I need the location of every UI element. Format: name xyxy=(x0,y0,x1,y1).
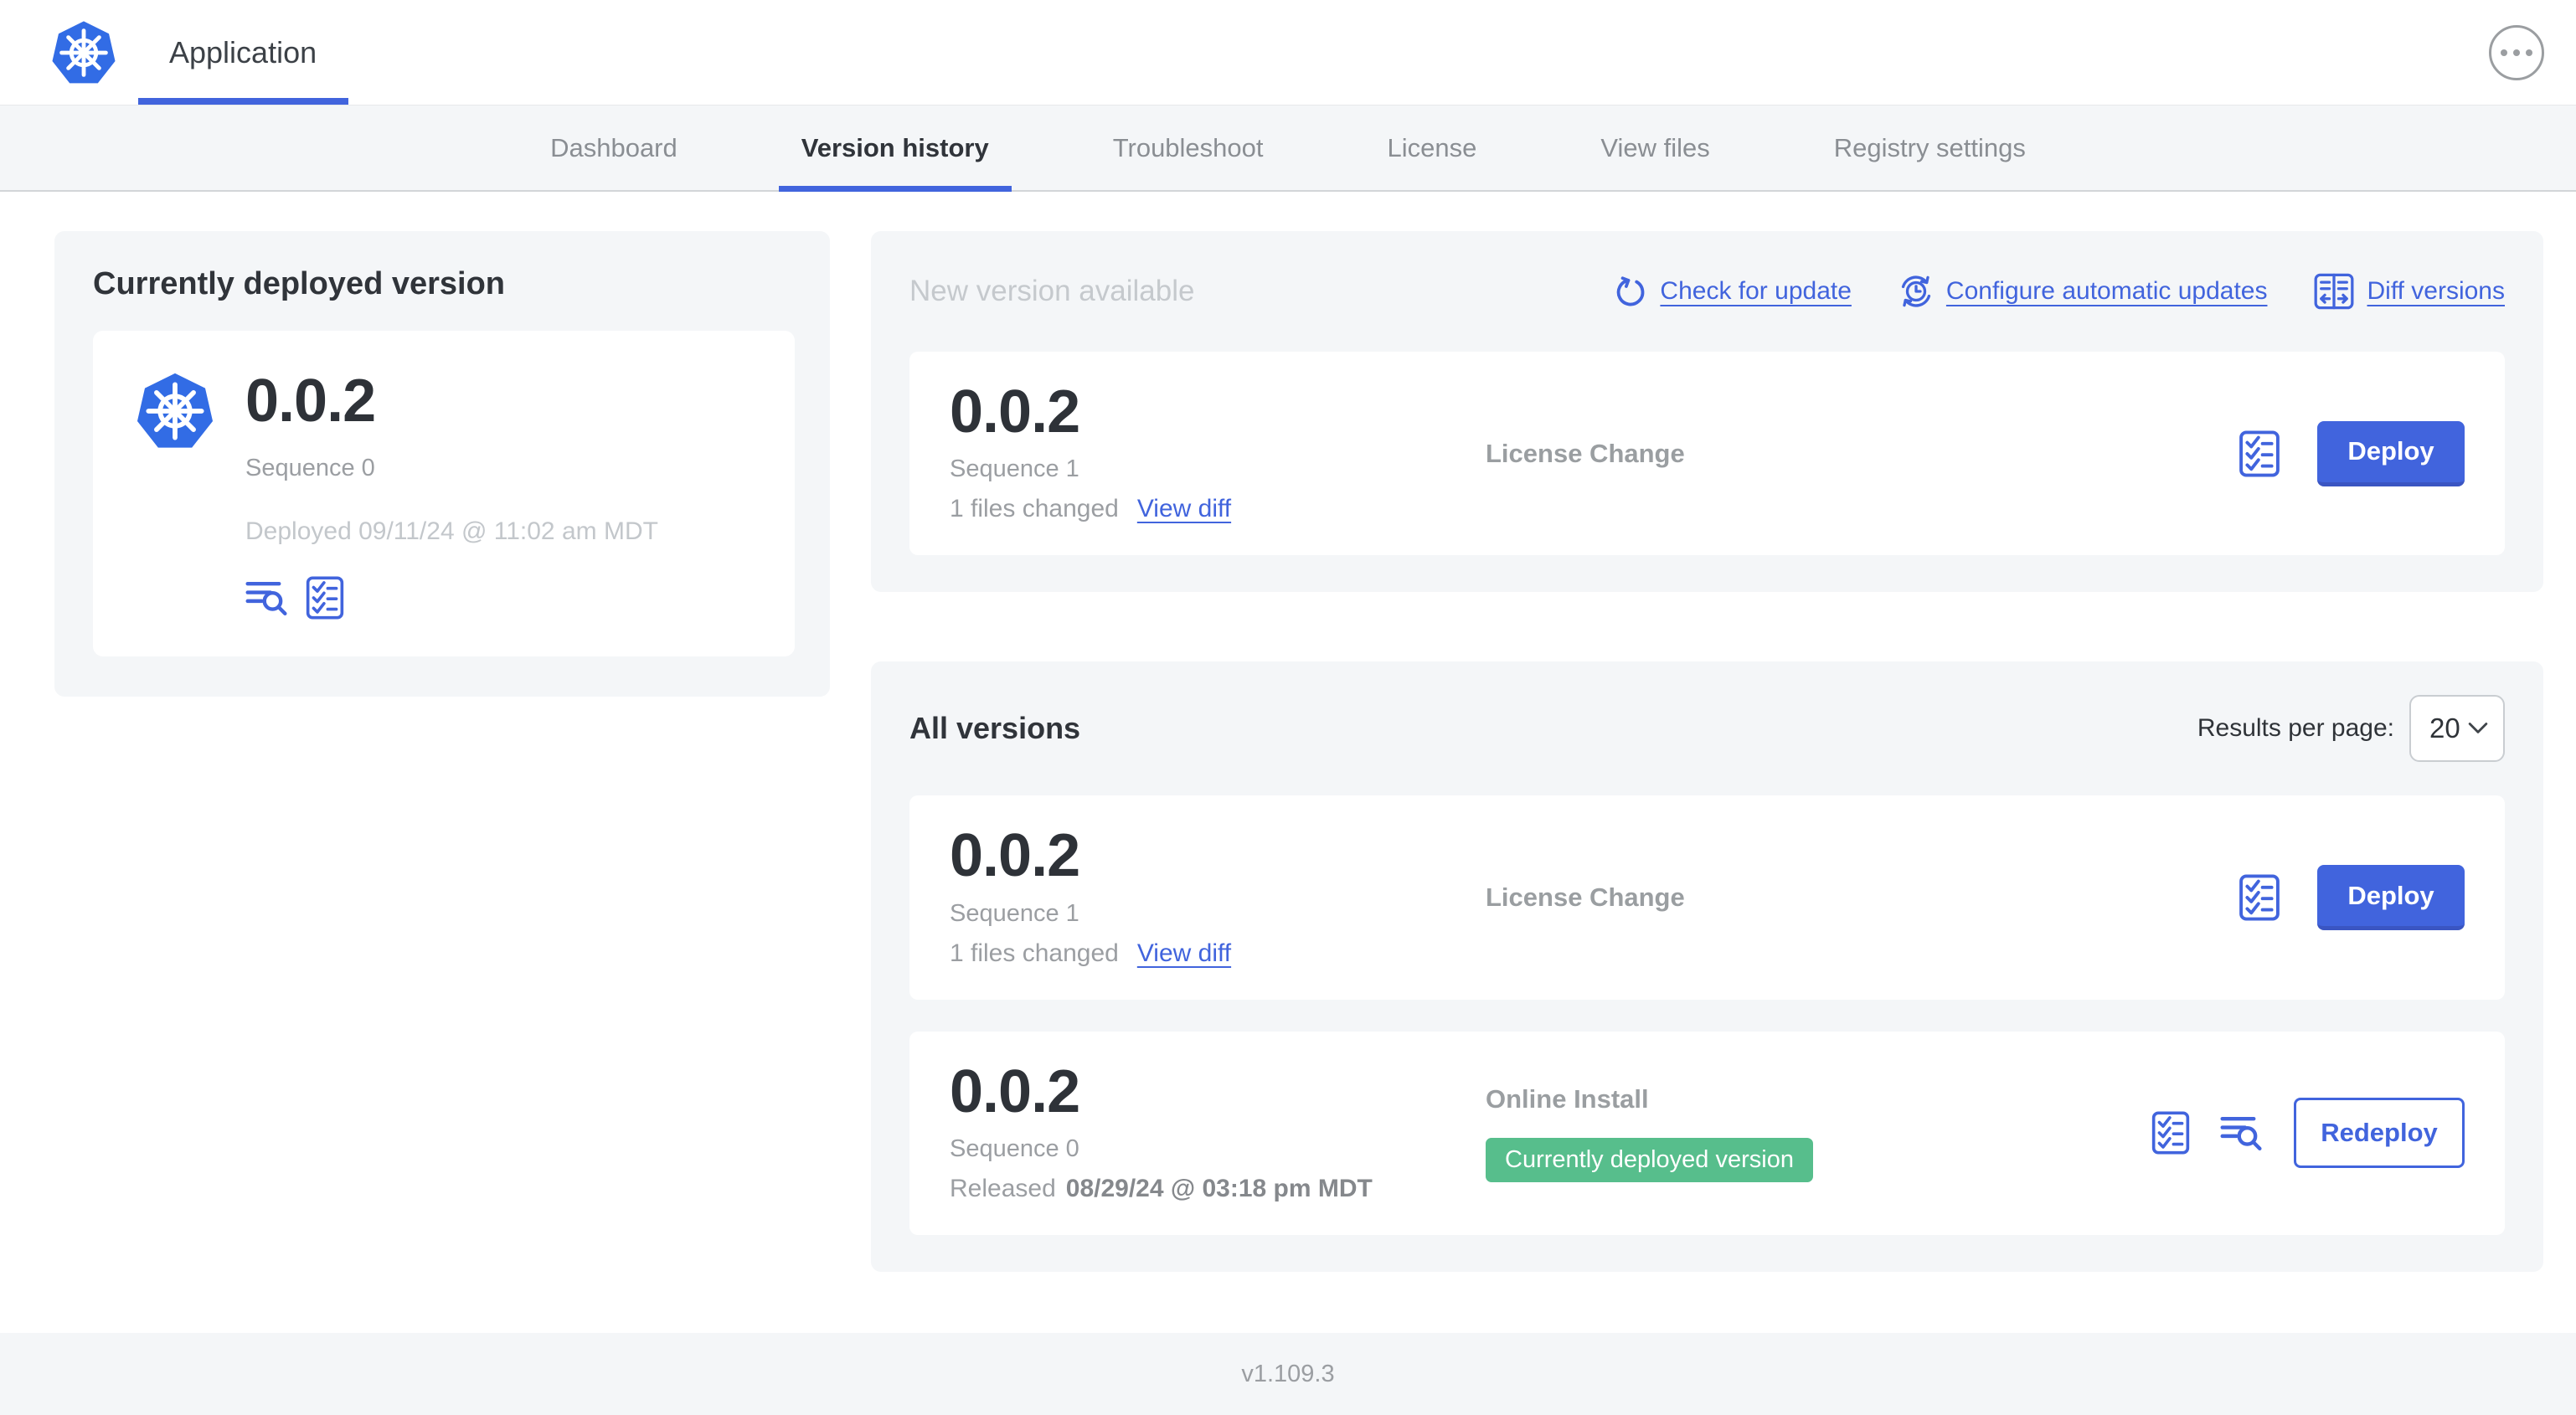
files-changed-label: 1 files changed xyxy=(950,939,1119,967)
deploy-button[interactable]: Deploy xyxy=(2317,865,2465,931)
currently-deployed-panel: Currently deployed version 0.0.2 Sequenc… xyxy=(54,231,830,697)
preflight-checks-button[interactable] xyxy=(306,576,344,620)
sequence-label: Sequence 1 xyxy=(950,899,1079,927)
deploy-button[interactable]: Deploy xyxy=(2317,420,2465,486)
files-changed-label: 1 files changed xyxy=(950,495,1119,523)
tab-dashboard[interactable]: Dashboard xyxy=(550,105,677,190)
tab-view-files[interactable]: View files xyxy=(1600,105,1709,190)
more-options-button[interactable] xyxy=(2489,24,2544,80)
sequence-label: Sequence 0 xyxy=(950,1135,1079,1163)
app-subnav: Dashboard Version history Troubleshoot L… xyxy=(0,105,2576,192)
admin-console-page: Application Dashboard Version history Tr… xyxy=(0,0,2576,1415)
app-footer: v1.109.3 xyxy=(0,1333,2576,1415)
all-versions-panel: All versions Results per page: 20 0.0.2 … xyxy=(871,661,2543,1273)
schedule-icon xyxy=(1901,275,1931,307)
version-row: 0.0.2 Sequence 1 1 files changed View di… xyxy=(909,795,2505,1000)
tab-version-history[interactable]: Version history xyxy=(778,105,1012,192)
checklist-icon xyxy=(2151,1111,2190,1155)
main-content: Currently deployed version 0.0.2 Sequenc… xyxy=(0,192,2576,1273)
checklist-icon xyxy=(2239,430,2280,477)
results-per-page-label: Results per page: xyxy=(2197,714,2394,743)
chevron-down-icon xyxy=(2468,723,2488,734)
diff-versions-link[interactable]: Diff versions xyxy=(2314,273,2505,310)
released-label: Released xyxy=(950,1175,1056,1203)
version-row: 0.0.2 Sequence 0 Released 08/29/24 @ 03:… xyxy=(909,1031,2505,1236)
console-version-label: v1.109.3 xyxy=(1241,1360,1335,1387)
version-source-label: License Change xyxy=(1486,882,1685,913)
currently-deployed-title: Currently deployed version xyxy=(93,266,506,301)
redeploy-button[interactable]: Redeploy xyxy=(2294,1098,2465,1169)
deploy-logs-button[interactable] xyxy=(2220,1114,2264,1151)
tab-registry-settings[interactable]: Registry settings xyxy=(1834,105,2026,190)
all-versions-title: All versions xyxy=(909,711,1081,746)
preflight-checks-button[interactable] xyxy=(2151,1111,2190,1155)
app-tab[interactable]: Application xyxy=(137,0,349,105)
app-tab-label: Application xyxy=(169,34,317,69)
tab-troubleshoot[interactable]: Troubleshoot xyxy=(1113,105,1264,190)
app-icon xyxy=(135,369,215,453)
tab-license[interactable]: License xyxy=(1388,105,1477,190)
view-diff-link[interactable]: View diff xyxy=(1137,939,1231,968)
sequence-label: Sequence 1 xyxy=(950,455,1079,483)
results-per-page-select[interactable]: 20 xyxy=(2409,695,2505,763)
check-for-update-link[interactable]: Check for update xyxy=(1614,275,1852,308)
ellipsis-icon xyxy=(2501,49,2507,56)
refresh-icon xyxy=(1617,276,1645,306)
kubernetes-logo-icon xyxy=(50,18,117,88)
deploy-logs-button[interactable] xyxy=(245,579,289,616)
checklist-icon xyxy=(306,576,344,620)
deployed-timestamp: Deployed 09/11/24 @ 11:02 am MDT xyxy=(245,517,658,546)
version-source-label: License Change xyxy=(1486,438,1685,468)
view-diff-link[interactable]: View diff xyxy=(1137,495,1231,523)
deployed-version-card: 0.0.2 Sequence 0 Deployed 09/11/24 @ 11:… xyxy=(93,331,795,657)
logs-icon xyxy=(2220,1114,2264,1151)
deployed-sequence-label: Sequence 0 xyxy=(245,455,375,482)
version-source-label: Online Install xyxy=(1486,1083,1649,1114)
currently-deployed-badge: Currently deployed version xyxy=(1486,1137,1813,1182)
configure-automatic-updates-link[interactable]: Configure automatic updates xyxy=(1899,274,2267,309)
available-version-row: 0.0.2 Sequence 1 1 files changed View di… xyxy=(909,352,2505,556)
version-label: 0.0.2 xyxy=(950,822,1080,890)
app-header: Application xyxy=(0,0,2576,105)
new-version-title: New version available xyxy=(909,275,1195,307)
version-label: 0.0.2 xyxy=(950,1057,1080,1125)
version-label: 0.0.2 xyxy=(950,378,1080,445)
preflight-checks-button[interactable] xyxy=(2239,874,2280,921)
checklist-icon xyxy=(2239,874,2280,921)
deployed-version-label: 0.0.2 xyxy=(245,368,376,435)
diff-icon xyxy=(2315,273,2354,310)
preflight-checks-button[interactable] xyxy=(2239,430,2280,477)
logs-icon xyxy=(245,579,289,616)
new-version-panel: New version available Check for update C… xyxy=(871,231,2543,593)
released-timestamp: 08/29/24 @ 03:18 pm MDT xyxy=(1065,1175,1373,1203)
